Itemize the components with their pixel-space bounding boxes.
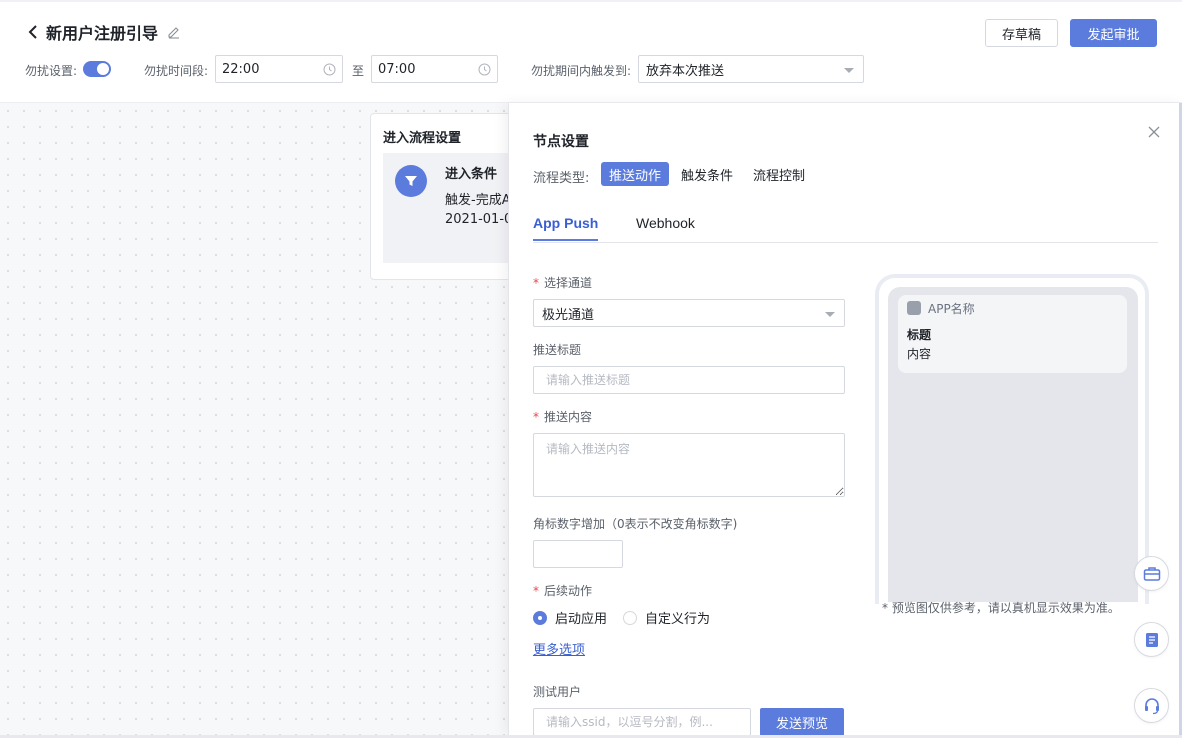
tab-app-push[interactable]: App Push: [533, 215, 599, 241]
page-header: 新用户注册引导 存草稿 发起审批 勿扰设置: 勿扰时间段: 22:00 至 07…: [0, 0, 1182, 103]
channel-select[interactable]: 极光通道: [533, 299, 845, 327]
flow-type-trigger[interactable]: 触发条件: [673, 162, 741, 186]
headset-icon: [1144, 697, 1159, 714]
flow-type-push-action[interactable]: 推送动作: [601, 162, 670, 186]
app-name: APP名称: [928, 302, 975, 316]
notification-title: 标题: [907, 328, 932, 342]
close-icon[interactable]: [1147, 125, 1161, 139]
push-tabs: App Push Webhook: [533, 213, 1158, 243]
panel-title: 节点设置: [533, 134, 589, 150]
entry-flow-title: 进入流程设置: [383, 131, 462, 146]
toggle-knob: [97, 63, 109, 75]
channel-value: 极光通道: [542, 307, 595, 323]
title-row: 新用户注册引导: [26, 20, 181, 44]
dnd-trigger-value: 放弃本次推送: [646, 63, 725, 79]
notification-card: APP名称 标题 内容: [898, 295, 1127, 373]
support-button[interactable]: [1134, 688, 1169, 723]
dnd-period-label: 勿扰时间段:: [144, 64, 209, 78]
document-button[interactable]: [1134, 622, 1169, 657]
clock-icon: [478, 63, 491, 76]
push-title-label: 推送标题: [533, 343, 582, 357]
entry-flow-node[interactable]: 进入流程设置 进入条件 触发-完成A 2021-01-07: [370, 113, 530, 280]
push-content-label: * 推送内容: [533, 410, 593, 424]
clock-icon: [323, 63, 336, 76]
test-user-label: 测试用户: [533, 685, 582, 699]
entry-condition-trigger: 触发-完成A: [445, 193, 511, 208]
radio-launch-app[interactable]: 启动应用: [533, 608, 607, 627]
end-time-input[interactable]: 07:00: [371, 55, 498, 83]
end-time-value: 07:00: [378, 61, 416, 77]
required-asterisk: *: [533, 410, 539, 424]
start-time-input[interactable]: 22:00: [215, 55, 343, 83]
phone-screen: APP名称 标题 内容: [888, 287, 1138, 602]
page-title: 新用户注册引导: [46, 24, 159, 43]
channel-label: * 选择通道: [533, 276, 593, 290]
app-icon: [907, 301, 921, 315]
flow-type-control[interactable]: 流程控制: [745, 162, 813, 186]
badge-number-input[interactable]: [533, 540, 623, 568]
chevron-down-icon: [825, 312, 835, 317]
dnd-trigger-select[interactable]: 放弃本次推送: [638, 55, 864, 83]
radio-dot: [623, 610, 637, 625]
push-title-input[interactable]: [533, 366, 845, 394]
chevron-down-icon: [844, 68, 854, 73]
required-asterisk: *: [533, 584, 539, 598]
toolbox-button[interactable]: [1134, 556, 1169, 591]
phone-preview: APP名称 标题 内容: [875, 274, 1149, 604]
flow-type-label: 流程类型:: [533, 171, 590, 186]
notification-body: 内容: [907, 347, 932, 361]
send-preview-button[interactable]: 发送预览: [760, 708, 844, 736]
dnd-toggle[interactable]: [83, 61, 111, 77]
back-arrow-icon[interactable]: [26, 25, 40, 39]
required-asterisk: *: [533, 276, 539, 290]
edit-pencil-icon[interactable]: [167, 25, 181, 39]
filter-icon: [395, 165, 427, 197]
start-time-value: 22:00: [222, 61, 260, 77]
radio-custom-action[interactable]: 自定义行为: [623, 608, 710, 627]
dnd-setting-label: 勿扰设置:: [25, 64, 78, 78]
node-settings-panel: 节点设置 流程类型: 推送动作 触发条件 流程控制 App Push Webho…: [508, 103, 1182, 736]
tab-webhook[interactable]: Webhook: [636, 215, 695, 239]
followup-action-label: * 后续动作: [533, 584, 593, 598]
entry-condition-title: 进入条件: [445, 167, 498, 182]
submit-approval-button[interactable]: 发起审批: [1070, 19, 1157, 47]
push-content-textarea[interactable]: [533, 433, 845, 497]
radio-dot: [533, 610, 547, 625]
more-options-link[interactable]: 更多选项: [533, 639, 585, 658]
save-draft-button[interactable]: 存草稿: [985, 19, 1058, 47]
document-icon: [1145, 632, 1158, 647]
do-not-disturb-row: 勿扰设置: 勿扰时间段: 22:00 至 07:00 勿扰期间内触发到: 放弃本…: [25, 55, 925, 83]
top-divider: [0, 0, 1182, 2]
test-user-input[interactable]: [533, 708, 751, 736]
dnd-trigger-label: 勿扰期间内触发到:: [531, 64, 632, 78]
preview-disclaimer: * 预览图仅供参考，请以真机显示效果为准。: [882, 601, 1120, 615]
toolbox-icon: [1143, 566, 1160, 581]
to-label: 至: [352, 64, 365, 78]
badge-label: 角标数字增加（0表示不改变角标数字): [533, 517, 738, 531]
